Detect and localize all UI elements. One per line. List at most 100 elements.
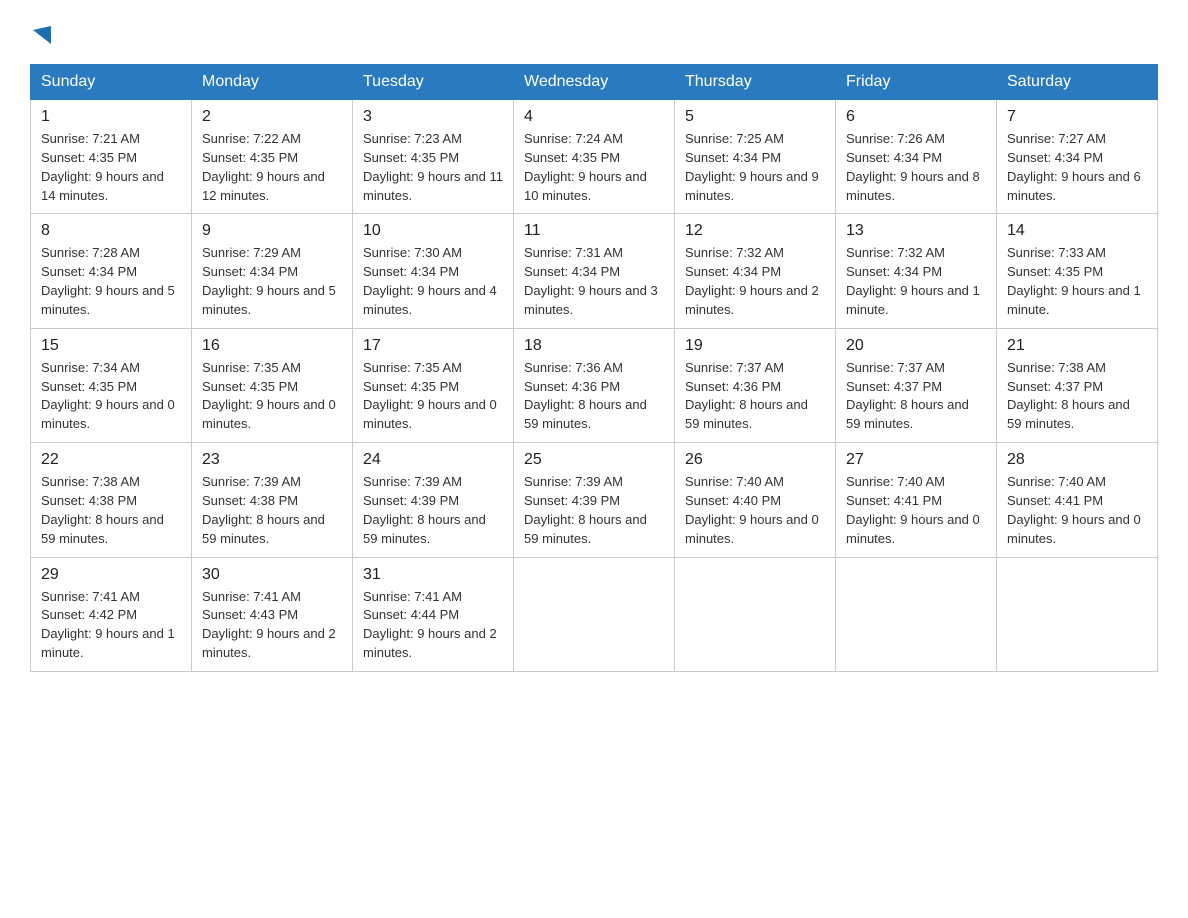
logo	[30, 24, 51, 46]
weekday-header-monday: Monday	[192, 65, 353, 100]
day-number: 15	[41, 337, 181, 355]
calendar-cell: 12 Sunrise: 7:32 AM Sunset: 4:34 PM Dayl…	[675, 214, 836, 328]
calendar-cell: 28 Sunrise: 7:40 AM Sunset: 4:41 PM Dayl…	[997, 443, 1158, 557]
day-number: 12	[685, 222, 825, 240]
day-number: 31	[363, 566, 503, 584]
calendar-cell: 16 Sunrise: 7:35 AM Sunset: 4:35 PM Dayl…	[192, 328, 353, 442]
day-info: Sunrise: 7:37 AM Sunset: 4:37 PM Dayligh…	[846, 359, 986, 434]
calendar-cell: 30 Sunrise: 7:41 AM Sunset: 4:43 PM Dayl…	[192, 557, 353, 671]
day-info: Sunrise: 7:33 AM Sunset: 4:35 PM Dayligh…	[1007, 244, 1147, 319]
day-info: Sunrise: 7:28 AM Sunset: 4:34 PM Dayligh…	[41, 244, 181, 319]
calendar-cell: 2 Sunrise: 7:22 AM Sunset: 4:35 PM Dayli…	[192, 100, 353, 214]
calendar-cell: 14 Sunrise: 7:33 AM Sunset: 4:35 PM Dayl…	[997, 214, 1158, 328]
day-info: Sunrise: 7:36 AM Sunset: 4:36 PM Dayligh…	[524, 359, 664, 434]
calendar-cell: 4 Sunrise: 7:24 AM Sunset: 4:35 PM Dayli…	[514, 100, 675, 214]
day-number: 30	[202, 566, 342, 584]
day-info: Sunrise: 7:41 AM Sunset: 4:44 PM Dayligh…	[363, 588, 503, 663]
day-number: 18	[524, 337, 664, 355]
weekday-header-tuesday: Tuesday	[353, 65, 514, 100]
day-info: Sunrise: 7:40 AM Sunset: 4:41 PM Dayligh…	[1007, 473, 1147, 548]
calendar-cell: 20 Sunrise: 7:37 AM Sunset: 4:37 PM Dayl…	[836, 328, 997, 442]
week-row-2: 8 Sunrise: 7:28 AM Sunset: 4:34 PM Dayli…	[31, 214, 1158, 328]
calendar-cell: 8 Sunrise: 7:28 AM Sunset: 4:34 PM Dayli…	[31, 214, 192, 328]
calendar-cell: 29 Sunrise: 7:41 AM Sunset: 4:42 PM Dayl…	[31, 557, 192, 671]
weekday-header-friday: Friday	[836, 65, 997, 100]
day-number: 1	[41, 108, 181, 126]
calendar-cell: 23 Sunrise: 7:39 AM Sunset: 4:38 PM Dayl…	[192, 443, 353, 557]
weekday-header-saturday: Saturday	[997, 65, 1158, 100]
day-number: 11	[524, 222, 664, 240]
day-number: 4	[524, 108, 664, 126]
calendar-cell: 24 Sunrise: 7:39 AM Sunset: 4:39 PM Dayl…	[353, 443, 514, 557]
day-info: Sunrise: 7:26 AM Sunset: 4:34 PM Dayligh…	[846, 130, 986, 205]
day-info: Sunrise: 7:35 AM Sunset: 4:35 PM Dayligh…	[202, 359, 342, 434]
day-info: Sunrise: 7:31 AM Sunset: 4:34 PM Dayligh…	[524, 244, 664, 319]
weekday-header-sunday: Sunday	[31, 65, 192, 100]
calendar-cell: 27 Sunrise: 7:40 AM Sunset: 4:41 PM Dayl…	[836, 443, 997, 557]
day-number: 19	[685, 337, 825, 355]
day-number: 26	[685, 451, 825, 469]
day-number: 22	[41, 451, 181, 469]
day-number: 28	[1007, 451, 1147, 469]
calendar-cell	[836, 557, 997, 671]
calendar-cell: 3 Sunrise: 7:23 AM Sunset: 4:35 PM Dayli…	[353, 100, 514, 214]
weekday-header-row: SundayMondayTuesdayWednesdayThursdayFrid…	[31, 65, 1158, 100]
week-row-1: 1 Sunrise: 7:21 AM Sunset: 4:35 PM Dayli…	[31, 100, 1158, 214]
day-info: Sunrise: 7:22 AM Sunset: 4:35 PM Dayligh…	[202, 130, 342, 205]
calendar-cell: 18 Sunrise: 7:36 AM Sunset: 4:36 PM Dayl…	[514, 328, 675, 442]
day-info: Sunrise: 7:40 AM Sunset: 4:41 PM Dayligh…	[846, 473, 986, 548]
day-info: Sunrise: 7:35 AM Sunset: 4:35 PM Dayligh…	[363, 359, 503, 434]
calendar-cell: 25 Sunrise: 7:39 AM Sunset: 4:39 PM Dayl…	[514, 443, 675, 557]
day-number: 29	[41, 566, 181, 584]
calendar-cell: 5 Sunrise: 7:25 AM Sunset: 4:34 PM Dayli…	[675, 100, 836, 214]
weekday-header-thursday: Thursday	[675, 65, 836, 100]
day-info: Sunrise: 7:39 AM Sunset: 4:38 PM Dayligh…	[202, 473, 342, 548]
calendar-cell: 13 Sunrise: 7:32 AM Sunset: 4:34 PM Dayl…	[836, 214, 997, 328]
week-row-4: 22 Sunrise: 7:38 AM Sunset: 4:38 PM Dayl…	[31, 443, 1158, 557]
day-info: Sunrise: 7:37 AM Sunset: 4:36 PM Dayligh…	[685, 359, 825, 434]
day-number: 20	[846, 337, 986, 355]
logo-triangle-icon	[33, 26, 51, 46]
day-info: Sunrise: 7:32 AM Sunset: 4:34 PM Dayligh…	[685, 244, 825, 319]
calendar-cell: 11 Sunrise: 7:31 AM Sunset: 4:34 PM Dayl…	[514, 214, 675, 328]
day-number: 9	[202, 222, 342, 240]
week-row-3: 15 Sunrise: 7:34 AM Sunset: 4:35 PM Dayl…	[31, 328, 1158, 442]
day-info: Sunrise: 7:21 AM Sunset: 4:35 PM Dayligh…	[41, 130, 181, 205]
day-number: 24	[363, 451, 503, 469]
page-header	[30, 24, 1158, 46]
day-number: 2	[202, 108, 342, 126]
week-row-5: 29 Sunrise: 7:41 AM Sunset: 4:42 PM Dayl…	[31, 557, 1158, 671]
day-info: Sunrise: 7:41 AM Sunset: 4:42 PM Dayligh…	[41, 588, 181, 663]
day-number: 13	[846, 222, 986, 240]
calendar-cell	[997, 557, 1158, 671]
day-info: Sunrise: 7:32 AM Sunset: 4:34 PM Dayligh…	[846, 244, 986, 319]
calendar-cell: 31 Sunrise: 7:41 AM Sunset: 4:44 PM Dayl…	[353, 557, 514, 671]
calendar-cell: 17 Sunrise: 7:35 AM Sunset: 4:35 PM Dayl…	[353, 328, 514, 442]
day-info: Sunrise: 7:23 AM Sunset: 4:35 PM Dayligh…	[363, 130, 503, 205]
calendar-cell: 6 Sunrise: 7:26 AM Sunset: 4:34 PM Dayli…	[836, 100, 997, 214]
day-number: 8	[41, 222, 181, 240]
calendar-cell: 26 Sunrise: 7:40 AM Sunset: 4:40 PM Dayl…	[675, 443, 836, 557]
calendar-cell: 19 Sunrise: 7:37 AM Sunset: 4:36 PM Dayl…	[675, 328, 836, 442]
day-info: Sunrise: 7:30 AM Sunset: 4:34 PM Dayligh…	[363, 244, 503, 319]
day-info: Sunrise: 7:39 AM Sunset: 4:39 PM Dayligh…	[363, 473, 503, 548]
day-info: Sunrise: 7:38 AM Sunset: 4:38 PM Dayligh…	[41, 473, 181, 548]
day-number: 5	[685, 108, 825, 126]
calendar-cell: 22 Sunrise: 7:38 AM Sunset: 4:38 PM Dayl…	[31, 443, 192, 557]
day-info: Sunrise: 7:29 AM Sunset: 4:34 PM Dayligh…	[202, 244, 342, 319]
calendar-cell	[675, 557, 836, 671]
day-number: 23	[202, 451, 342, 469]
day-info: Sunrise: 7:41 AM Sunset: 4:43 PM Dayligh…	[202, 588, 342, 663]
day-number: 14	[1007, 222, 1147, 240]
day-info: Sunrise: 7:24 AM Sunset: 4:35 PM Dayligh…	[524, 130, 664, 205]
day-number: 10	[363, 222, 503, 240]
day-number: 6	[846, 108, 986, 126]
day-info: Sunrise: 7:38 AM Sunset: 4:37 PM Dayligh…	[1007, 359, 1147, 434]
weekday-header-wednesday: Wednesday	[514, 65, 675, 100]
day-number: 27	[846, 451, 986, 469]
day-info: Sunrise: 7:40 AM Sunset: 4:40 PM Dayligh…	[685, 473, 825, 548]
day-number: 25	[524, 451, 664, 469]
day-info: Sunrise: 7:27 AM Sunset: 4:34 PM Dayligh…	[1007, 130, 1147, 205]
day-info: Sunrise: 7:25 AM Sunset: 4:34 PM Dayligh…	[685, 130, 825, 205]
calendar-table: SundayMondayTuesdayWednesdayThursdayFrid…	[30, 64, 1158, 672]
